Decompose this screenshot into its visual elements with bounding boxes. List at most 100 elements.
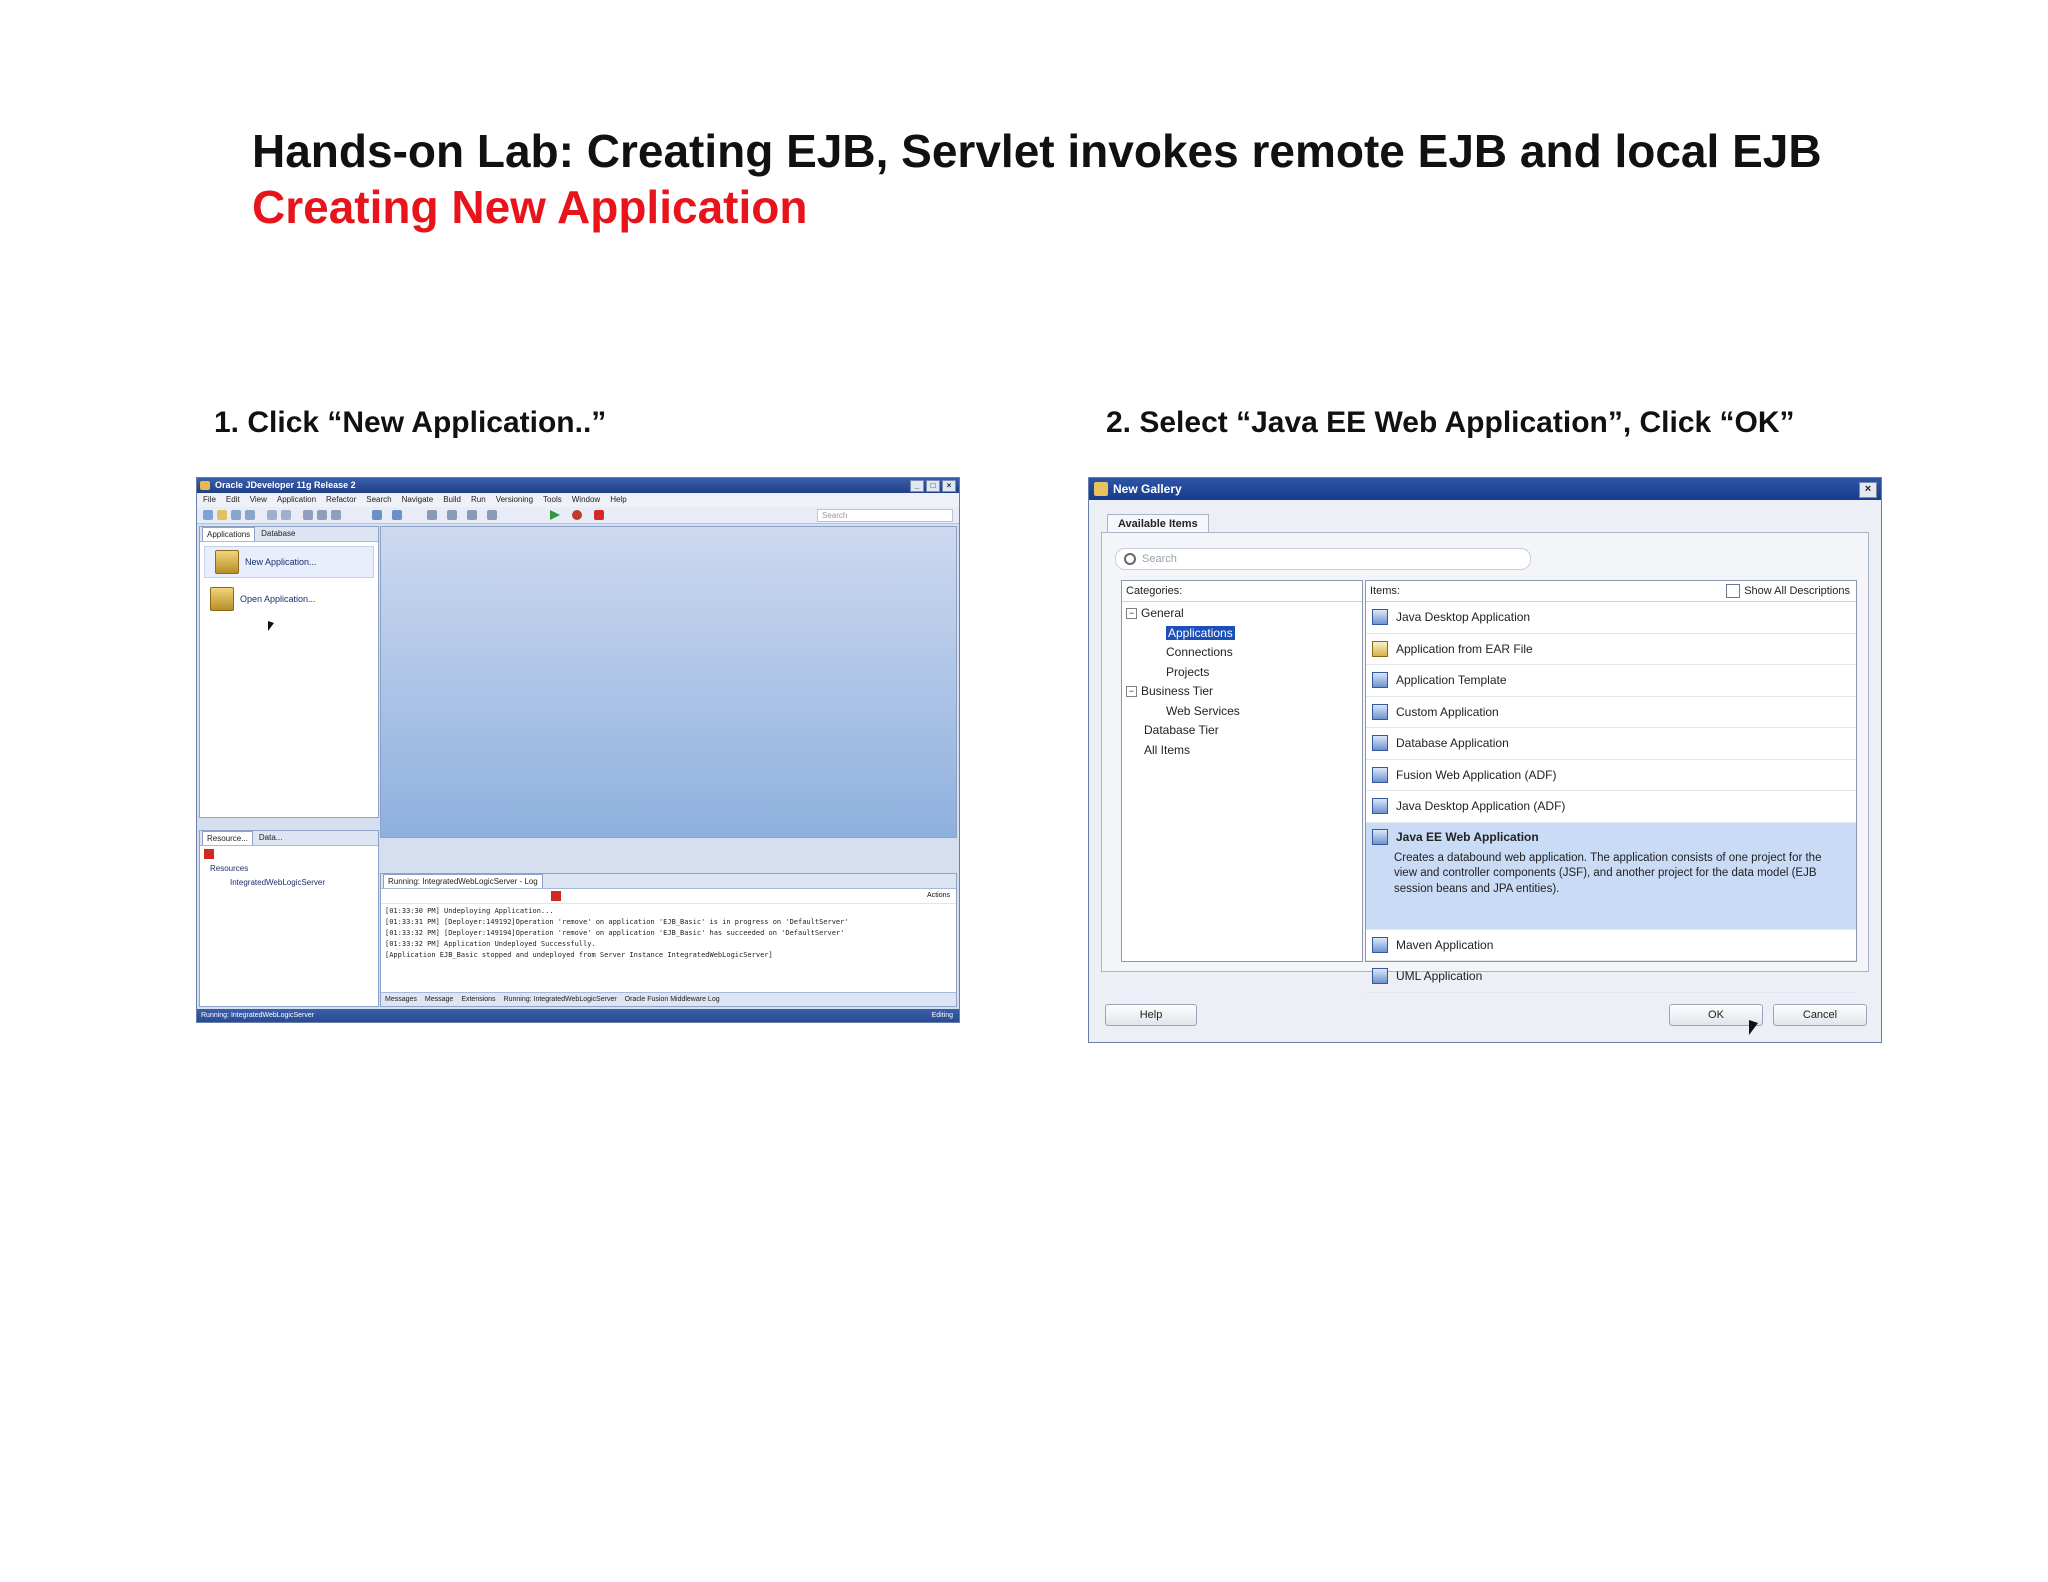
debug-icon[interactable] <box>572 510 582 520</box>
gallery-item[interactable]: UML Application <box>1366 961 1856 993</box>
application-icon <box>1372 766 1388 783</box>
gallery-item[interactable]: Maven Application <box>1366 930 1856 961</box>
close-button[interactable]: × <box>942 480 956 492</box>
menu-build[interactable]: Build <box>443 493 461 507</box>
tree-expander-icon[interactable]: − <box>1126 608 1137 620</box>
gallery-item[interactable]: Application Template <box>1366 665 1856 697</box>
save-all-icon[interactable] <box>245 510 255 520</box>
tab-applications[interactable]: Applications <box>202 527 256 541</box>
terminate-icon[interactable] <box>594 510 604 520</box>
new-application-icon <box>215 550 239 574</box>
gallery-item[interactable]: Fusion Web Application (ADF) <box>1366 760 1856 791</box>
category-all-items[interactable]: All Items <box>1122 741 1362 761</box>
jdev-search-input[interactable]: Search <box>817 509 953 522</box>
menu-view[interactable]: View <box>250 493 267 507</box>
compile-icon[interactable] <box>487 510 497 520</box>
tab-extensions[interactable]: Extensions <box>461 993 495 1006</box>
menu-edit[interactable]: Edit <box>226 493 240 507</box>
dialog-close-button[interactable]: × <box>1859 482 1877 498</box>
undo-icon[interactable] <box>267 510 277 520</box>
dialog-title: New Gallery <box>1113 482 1182 496</box>
log-line: [01:33:31 PM] [Deployer:149192]Operation… <box>385 918 849 926</box>
editor-area <box>380 526 957 838</box>
checkbox-icon <box>1726 584 1741 598</box>
category-business-tier[interactable]: − Business Tier <box>1122 682 1362 702</box>
gallery-item[interactable]: Custom Application <box>1366 697 1856 728</box>
tab-resources[interactable]: Resource... <box>202 831 253 845</box>
resources-toolbar-icon[interactable] <box>204 849 214 859</box>
new-application-link[interactable]: New Application... <box>204 546 374 578</box>
application-icon <box>1372 968 1388 985</box>
gallery-item-label: Java Desktop Application <box>1396 610 1531 625</box>
gallery-item[interactable]: Database Application <box>1366 728 1856 760</box>
tab-messages[interactable]: Messages <box>385 993 417 1006</box>
rebuild-icon[interactable] <box>447 510 457 520</box>
save-icon[interactable] <box>231 510 241 520</box>
stop-server-icon[interactable] <box>551 891 561 901</box>
cancel-button[interactable]: Cancel <box>1773 1004 1867 1026</box>
forward-icon[interactable] <box>392 510 402 520</box>
maximize-button[interactable]: □ <box>926 480 940 492</box>
tab-database[interactable]: Database <box>257 527 299 541</box>
cut-icon[interactable] <box>303 510 313 520</box>
items-header: Items: <box>1370 585 1400 597</box>
make-icon[interactable] <box>427 510 437 520</box>
menu-window[interactable]: Window <box>572 493 600 507</box>
show-all-label: Show All Descriptions <box>1744 585 1850 597</box>
tab-running-server[interactable]: Running: IntegratedWebLogicServer <box>504 993 617 1006</box>
tab-data[interactable]: Data... <box>255 831 287 845</box>
minimize-button[interactable]: _ <box>910 480 924 492</box>
category-connections[interactable]: Connections <box>1122 643 1362 663</box>
tab-available-items[interactable]: Available Items <box>1107 514 1209 533</box>
help-button[interactable]: Help <box>1105 1004 1197 1026</box>
gallery-item-selected[interactable]: Java EE Web Application Creates a databou… <box>1366 822 1856 930</box>
gallery-item-label: Fusion Web Application (ADF) <box>1396 767 1557 782</box>
category-projects[interactable]: Projects <box>1122 663 1362 683</box>
applications-panel: Applications Database New Application...… <box>199 526 379 818</box>
category-database-tier[interactable]: Database Tier <box>1122 721 1362 741</box>
menu-file[interactable]: File <box>203 493 216 507</box>
category-label: General <box>1141 606 1184 620</box>
category-applications[interactable]: Applications <box>1122 624 1362 644</box>
tab-message[interactable]: Message <box>425 993 453 1006</box>
menu-refactor[interactable]: Refactor <box>326 493 356 507</box>
category-web-services[interactable]: Web Services <box>1122 702 1362 722</box>
copy-icon[interactable] <box>317 510 327 520</box>
tree-item-server[interactable]: IntegratedWebLogicServer <box>200 876 378 890</box>
redo-icon[interactable] <box>281 510 291 520</box>
new-icon[interactable] <box>203 510 213 520</box>
tab-log[interactable]: Running: IntegratedWebLogicServer - Log <box>383 874 543 888</box>
new-gallery-dialog: New Gallery × Available Items Search Cat… <box>1088 477 1882 1043</box>
tree-item-resources[interactable]: Resources <box>200 862 378 876</box>
category-general[interactable]: − General <box>1122 604 1362 624</box>
selected-item-label: Java EE Web Application <box>1396 829 1539 844</box>
menu-tools[interactable]: Tools <box>543 493 562 507</box>
gallery-item[interactable]: Java Desktop Application (ADF) <box>1366 791 1856 823</box>
show-all-descriptions-checkbox[interactable]: Show All Descriptions <box>1726 581 1850 601</box>
menu-application[interactable]: Application <box>277 493 316 507</box>
deploy-icon[interactable] <box>467 510 477 520</box>
menu-search[interactable]: Search <box>366 493 391 507</box>
resources-panel: Resource... Data... Resources Integrated… <box>199 830 379 1007</box>
run-icon[interactable] <box>550 510 560 520</box>
gallery-item[interactable]: Java Desktop Application <box>1366 602 1856 634</box>
tree-expander-icon[interactable]: − <box>1126 686 1137 698</box>
tab-fmw-log[interactable]: Oracle Fusion Middleware Log <box>625 993 720 1006</box>
category-label: Connections <box>1166 645 1233 659</box>
log-line: [01:33:32 PM] [Deployer:149194]Operation… <box>385 929 845 937</box>
gallery-item-label: Application Template <box>1396 673 1507 688</box>
menu-run[interactable]: Run <box>471 493 486 507</box>
application-icon <box>1372 609 1388 626</box>
back-icon[interactable] <box>372 510 382 520</box>
gallery-item[interactable]: Application from EAR File <box>1366 634 1856 665</box>
open-icon[interactable] <box>217 510 227 520</box>
gallery-search-input[interactable]: Search <box>1115 548 1531 570</box>
open-application-link[interactable]: Open Application... <box>200 582 378 616</box>
log-actions[interactable]: Actions <box>927 889 950 903</box>
slide-subtitle: Creating New Application <box>252 181 808 233</box>
menu-versioning[interactable]: Versioning <box>496 493 533 507</box>
jdev-status-bar: Running: IntegratedWebLogicServer Editin… <box>197 1009 959 1022</box>
paste-icon[interactable] <box>331 510 341 520</box>
menu-navigate[interactable]: Navigate <box>402 493 434 507</box>
menu-help[interactable]: Help <box>610 493 626 507</box>
